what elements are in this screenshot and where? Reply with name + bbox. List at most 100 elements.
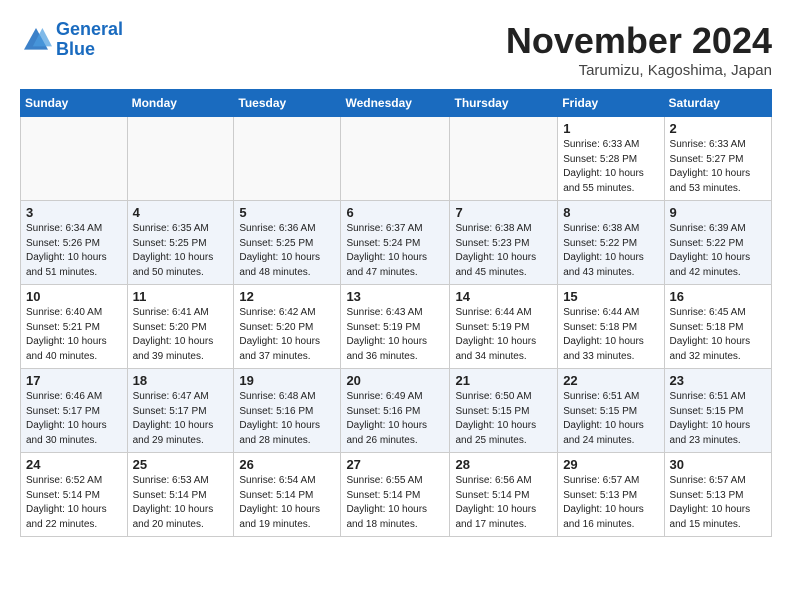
cell-text: Sunrise: 6:34 AM Sunset: 5:26 PM Dayligh… — [26, 222, 122, 280]
cell-text: Sunrise: 6:46 AM Sunset: 5:17 PM Dayligh… — [26, 390, 122, 448]
calendar-cell: 15 Sunrise: 6:44 AM Sunset: 5:18 PM Dayli… — [558, 285, 664, 369]
calendar-cell: 25 Sunrise: 6:53 AM Sunset: 5:14 PM Dayli… — [127, 453, 234, 537]
weekday-header: Thursday — [450, 90, 558, 117]
day-number: 9 — [670, 205, 766, 220]
calendar-cell: 19 Sunrise: 6:48 AM Sunset: 5:16 PM Dayli… — [234, 369, 341, 453]
calendar-cell: 28 Sunrise: 6:56 AM Sunset: 5:14 PM Dayli… — [450, 453, 558, 537]
calendar-cell: 6 Sunrise: 6:37 AM Sunset: 5:24 PM Daylig… — [341, 201, 450, 285]
logo: General Blue — [20, 20, 123, 60]
calendar-week-row: 10Sunrise: 6:40 AM Sunset: 5:21 PM Dayli… — [21, 285, 772, 369]
day-number: 8 — [563, 205, 658, 220]
calendar-week-row: 3 Sunrise: 6:34 AM Sunset: 5:26 PM Daylig… — [21, 201, 772, 285]
month-title: November 2024 — [506, 20, 772, 62]
cell-text: Sunrise: 6:53 AM Sunset: 5:14 PM Dayligh… — [133, 474, 229, 532]
cell-text: Sunrise: 6:44 AM Sunset: 5:19 PM Dayligh… — [455, 306, 552, 364]
cell-text: Sunrise: 6:36 AM Sunset: 5:25 PM Dayligh… — [239, 222, 335, 280]
day-number: 14 — [455, 289, 552, 304]
cell-text: Sunrise: 6:40 AM Sunset: 5:21 PM Dayligh… — [26, 306, 122, 364]
day-number: 16 — [670, 289, 766, 304]
weekday-header: Saturday — [664, 90, 771, 117]
calendar-table: SundayMondayTuesdayWednesdayThursdayFrid… — [20, 89, 772, 537]
day-number: 4 — [133, 205, 229, 220]
title-area: November 2024 Tarumizu, Kagoshima, Japan — [506, 20, 772, 79]
day-number: 15 — [563, 289, 658, 304]
cell-text: Sunrise: 6:33 AM Sunset: 5:27 PM Dayligh… — [670, 138, 766, 196]
cell-text: Sunrise: 6:39 AM Sunset: 5:22 PM Dayligh… — [670, 222, 766, 280]
location: Tarumizu, Kagoshima, Japan — [506, 62, 772, 79]
calendar-cell — [234, 117, 341, 201]
calendar-cell: 20Sunrise: 6:49 AM Sunset: 5:16 PM Dayli… — [341, 369, 450, 453]
day-number: 18 — [133, 373, 229, 388]
cell-text: Sunrise: 6:38 AM Sunset: 5:23 PM Dayligh… — [455, 222, 552, 280]
day-number: 25 — [133, 457, 229, 472]
cell-text: Sunrise: 6:42 AM Sunset: 5:20 PM Dayligh… — [239, 306, 335, 364]
weekday-header: Friday — [558, 90, 664, 117]
calendar-cell: 14 Sunrise: 6:44 AM Sunset: 5:19 PM Dayli… — [450, 285, 558, 369]
calendar-cell: 9 Sunrise: 6:39 AM Sunset: 5:22 PM Daylig… — [664, 201, 771, 285]
calendar-cell: 22 Sunrise: 6:51 AM Sunset: 5:15 PM Dayli… — [558, 369, 664, 453]
cell-text: Sunrise: 6:56 AM Sunset: 5:14 PM Dayligh… — [455, 474, 552, 532]
calendar-cell: 24Sunrise: 6:52 AM Sunset: 5:14 PM Dayli… — [21, 453, 128, 537]
calendar-cell: 12 Sunrise: 6:42 AM Sunset: 5:20 PM Dayli… — [234, 285, 341, 369]
calendar-cell: 17 Sunrise: 6:46 AM Sunset: 5:17 PM Dayli… — [21, 369, 128, 453]
cell-text: Sunrise: 6:43 AM Sunset: 5:19 PM Dayligh… — [346, 306, 444, 364]
day-number: 2 — [670, 121, 766, 136]
cell-text: Sunrise: 6:57 AM Sunset: 5:13 PM Dayligh… — [670, 474, 766, 532]
cell-text: Sunrise: 6:37 AM Sunset: 5:24 PM Dayligh… — [346, 222, 444, 280]
weekday-header: Sunday — [21, 90, 128, 117]
calendar-week-row: 17 Sunrise: 6:46 AM Sunset: 5:17 PM Dayli… — [21, 369, 772, 453]
weekday-header: Monday — [127, 90, 234, 117]
calendar-cell: 29Sunrise: 6:57 AM Sunset: 5:13 PM Dayli… — [558, 453, 664, 537]
calendar-cell: 23 Sunrise: 6:51 AM Sunset: 5:15 PM Dayli… — [664, 369, 771, 453]
cell-text: Sunrise: 6:51 AM Sunset: 5:15 PM Dayligh… — [563, 390, 658, 448]
day-number: 24 — [26, 457, 122, 472]
calendar-cell: 18Sunrise: 6:47 AM Sunset: 5:17 PM Dayli… — [127, 369, 234, 453]
header: General Blue November 2024 Tarumizu, Kag… — [20, 20, 772, 79]
cell-text: Sunrise: 6:57 AM Sunset: 5:13 PM Dayligh… — [563, 474, 658, 532]
day-number: 26 — [239, 457, 335, 472]
logo-icon — [20, 24, 52, 56]
cell-text: Sunrise: 6:55 AM Sunset: 5:14 PM Dayligh… — [346, 474, 444, 532]
calendar-cell: 3 Sunrise: 6:34 AM Sunset: 5:26 PM Daylig… — [21, 201, 128, 285]
calendar-cell: 27 Sunrise: 6:55 AM Sunset: 5:14 PM Dayli… — [341, 453, 450, 537]
cell-text: Sunrise: 6:41 AM Sunset: 5:20 PM Dayligh… — [133, 306, 229, 364]
cell-text: Sunrise: 6:44 AM Sunset: 5:18 PM Dayligh… — [563, 306, 658, 364]
cell-text: Sunrise: 6:50 AM Sunset: 5:15 PM Dayligh… — [455, 390, 552, 448]
cell-text: Sunrise: 6:54 AM Sunset: 5:14 PM Dayligh… — [239, 474, 335, 532]
day-number: 12 — [239, 289, 335, 304]
cell-text: Sunrise: 6:45 AM Sunset: 5:18 PM Dayligh… — [670, 306, 766, 364]
calendar-cell: 16 Sunrise: 6:45 AM Sunset: 5:18 PM Dayli… — [664, 285, 771, 369]
day-number: 23 — [670, 373, 766, 388]
calendar-cell — [21, 117, 128, 201]
calendar-cell: 21Sunrise: 6:50 AM Sunset: 5:15 PM Dayli… — [450, 369, 558, 453]
calendar-cell — [450, 117, 558, 201]
day-number: 28 — [455, 457, 552, 472]
calendar-week-row: 24Sunrise: 6:52 AM Sunset: 5:14 PM Dayli… — [21, 453, 772, 537]
cell-text: Sunrise: 6:35 AM Sunset: 5:25 PM Dayligh… — [133, 222, 229, 280]
calendar-week-row: 1 Sunrise: 6:33 AM Sunset: 5:28 PM Daylig… — [21, 117, 772, 201]
day-number: 7 — [455, 205, 552, 220]
calendar-cell: 7 Sunrise: 6:38 AM Sunset: 5:23 PM Daylig… — [450, 201, 558, 285]
day-number: 27 — [346, 457, 444, 472]
day-number: 30 — [670, 457, 766, 472]
day-number: 6 — [346, 205, 444, 220]
day-number: 19 — [239, 373, 335, 388]
cell-text: Sunrise: 6:49 AM Sunset: 5:16 PM Dayligh… — [346, 390, 444, 448]
weekday-header-row: SundayMondayTuesdayWednesdayThursdayFrid… — [21, 90, 772, 117]
cell-text: Sunrise: 6:33 AM Sunset: 5:28 PM Dayligh… — [563, 138, 658, 196]
day-number: 5 — [239, 205, 335, 220]
calendar-cell: 13Sunrise: 6:43 AM Sunset: 5:19 PM Dayli… — [341, 285, 450, 369]
cell-text: Sunrise: 6:38 AM Sunset: 5:22 PM Dayligh… — [563, 222, 658, 280]
cell-text: Sunrise: 6:51 AM Sunset: 5:15 PM Dayligh… — [670, 390, 766, 448]
day-number: 1 — [563, 121, 658, 136]
calendar-cell: 26 Sunrise: 6:54 AM Sunset: 5:14 PM Dayli… — [234, 453, 341, 537]
calendar-cell: 8 Sunrise: 6:38 AM Sunset: 5:22 PM Daylig… — [558, 201, 664, 285]
day-number: 11 — [133, 289, 229, 304]
weekday-header: Tuesday — [234, 90, 341, 117]
day-number: 17 — [26, 373, 122, 388]
day-number: 22 — [563, 373, 658, 388]
day-number: 3 — [26, 205, 122, 220]
weekday-header: Wednesday — [341, 90, 450, 117]
calendar-cell: 10Sunrise: 6:40 AM Sunset: 5:21 PM Dayli… — [21, 285, 128, 369]
cell-text: Sunrise: 6:48 AM Sunset: 5:16 PM Dayligh… — [239, 390, 335, 448]
